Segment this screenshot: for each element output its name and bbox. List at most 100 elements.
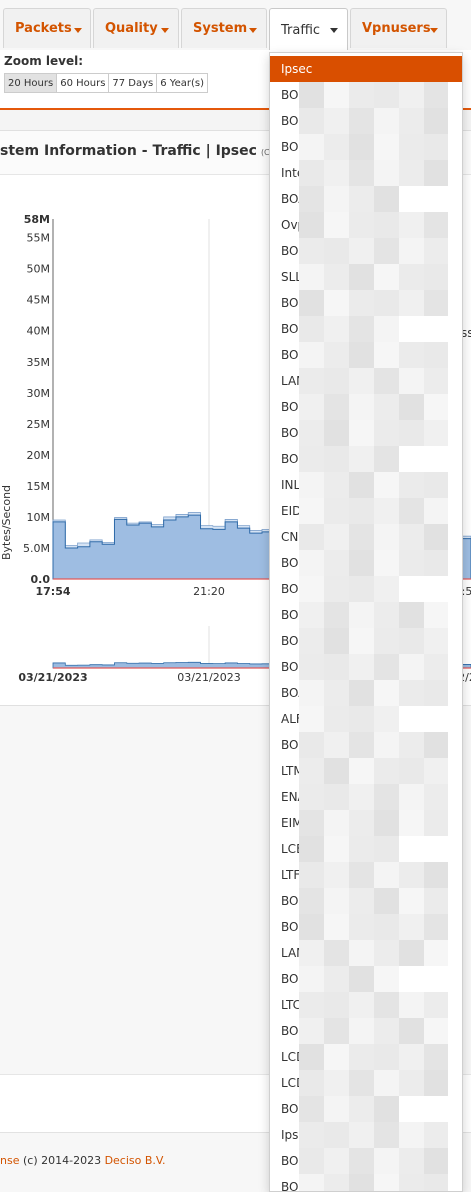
dropdown-item[interactable]: BO: [270, 316, 462, 342]
tab-bar: Packets Quality System Traffic Vpnusers: [0, 0, 471, 52]
dropdown-item-label: Inte: [281, 166, 305, 180]
dropdown-item[interactable]: BO: [270, 966, 462, 992]
tab-packets[interactable]: Packets: [3, 8, 91, 48]
dropdown-item[interactable]: CN: [270, 524, 462, 550]
dropdown-item-label: BO: [281, 1024, 299, 1038]
dropdown-item-label: BOA: [281, 686, 307, 700]
dropdown-item[interactable]: SLL: [270, 264, 462, 290]
y-tick-label: 50M: [27, 263, 51, 276]
dropdown-item-label: BO: [281, 660, 299, 674]
dropdown-item[interactable]: BO: [270, 342, 462, 368]
dropdown-item-label: BO: [281, 140, 299, 154]
copyright-text: (c) 2014-2023: [19, 1154, 105, 1167]
dropdown-item-label: BO: [281, 894, 299, 908]
dropdown-item-label: BO: [281, 452, 299, 466]
y-tick-label: 45M: [27, 294, 51, 307]
dropdown-item[interactable]: BO: [270, 654, 462, 680]
dropdown-item[interactable]: LAM: [270, 940, 462, 966]
dropdown-item-label: BO: [281, 296, 299, 310]
company-link[interactable]: Deciso B.V.: [105, 1154, 166, 1167]
dropdown-item[interactable]: BO: [270, 732, 462, 758]
footer: nse (c) 2014-2023 Deciso B.V.: [0, 1154, 166, 1167]
dropdown-item[interactable]: INL: [270, 472, 462, 498]
dropdown-item[interactable]: BO: [270, 1174, 462, 1192]
x-tick-label: 21:20: [193, 585, 225, 598]
y-tick-label: 35M: [27, 356, 51, 369]
dropdown-item[interactable]: BO: [270, 602, 462, 628]
dropdown-item[interactable]: LCD: [270, 1044, 462, 1070]
chevron-down-icon: [249, 28, 257, 33]
y-tick-label: 5.0M: [23, 542, 50, 555]
dropdown-item[interactable]: BO: [270, 446, 462, 472]
dropdown-item[interactable]: BO: [270, 1096, 462, 1122]
dropdown-item[interactable]: LTC: [270, 992, 462, 1018]
dropdown-item[interactable]: BO: [270, 420, 462, 446]
dropdown-item[interactable]: BO: [270, 888, 462, 914]
dropdown-item-label: LTM: [281, 764, 304, 778]
chevron-down-icon: [430, 28, 438, 33]
dropdown-item-label: ALF: [281, 712, 303, 726]
dropdown-item-label: ENA: [281, 790, 306, 804]
dropdown-item[interactable]: BO: [270, 108, 462, 134]
dropdown-item[interactable]: ALF: [270, 706, 462, 732]
dropdown-item[interactable]: BO: [270, 238, 462, 264]
tab-quality[interactable]: Quality: [93, 8, 179, 48]
dropdown-item-label: LTF: [281, 868, 301, 882]
zoom-60-hours-button[interactable]: 60 Hours: [56, 73, 110, 93]
dropdown-item[interactable]: EID: [270, 498, 462, 524]
dropdown-item[interactable]: LAM: [270, 368, 462, 394]
dropdown-item-label: BO: [281, 1180, 299, 1192]
zoom-6-years-button[interactable]: 6 Year(s): [156, 73, 208, 93]
dropdown-item-label: EIM: [281, 816, 303, 830]
dropdown-item-label: BO: [281, 1102, 299, 1116]
tab-vpnusers[interactable]: Vpnusers: [350, 8, 447, 48]
dropdown-item[interactable]: LTM: [270, 758, 462, 784]
tab-label: Quality: [105, 21, 158, 36]
dropdown-item-label: BO: [281, 114, 299, 128]
dropdown-item[interactable]: LTF: [270, 862, 462, 888]
dropdown-item[interactable]: ENA: [270, 784, 462, 810]
dropdown-item-label: Ipsec: [281, 62, 313, 76]
dropdown-item[interactable]: EIM: [270, 810, 462, 836]
dropdown-item-label: LCD: [281, 1076, 306, 1090]
dropdown-item[interactable]: BO: [270, 134, 462, 160]
zoom-20-hours-button[interactable]: 20 Hours: [4, 73, 58, 93]
dropdown-item-label: INL: [281, 478, 301, 492]
dropdown-item[interactable]: BOA: [270, 680, 462, 706]
dropdown-item-label: BO: [281, 634, 299, 648]
dropdown-item-label: BOA: [281, 192, 307, 206]
dropdown-item[interactable]: BO: [270, 550, 462, 576]
y-tick-label: 40M: [27, 325, 51, 338]
dropdown-item[interactable]: Ipse: [270, 1122, 462, 1148]
dropdown-item[interactable]: BOA: [270, 186, 462, 212]
dropdown-item[interactable]: LCD: [270, 1070, 462, 1096]
tab-traffic[interactable]: Traffic: [269, 8, 348, 52]
tab-label: System: [193, 21, 248, 36]
y-tick-label: 58M: [24, 213, 50, 226]
chevron-down-icon: [161, 28, 169, 33]
dropdown-item[interactable]: Ovp: [270, 212, 462, 238]
dropdown-item-selected[interactable]: Ipsec: [270, 56, 462, 82]
dropdown-item[interactable]: BO: [270, 290, 462, 316]
dropdown-item-label: BO: [281, 1154, 299, 1168]
dropdown-item[interactable]: BO: [270, 1148, 462, 1174]
dropdown-item[interactable]: BO: [270, 1018, 462, 1044]
dropdown-item[interactable]: BO: [270, 82, 462, 108]
dropdown-item[interactable]: BO: [270, 394, 462, 420]
dropdown-item-label: BO: [281, 348, 299, 362]
dropdown-item-label: LCB: [281, 842, 305, 856]
navigator-tick-label: 03/21/2023: [177, 671, 240, 684]
dropdown-item-label: BO: [281, 88, 299, 102]
dropdown-item-label: Ovp: [281, 218, 306, 232]
license-link[interactable]: nse: [0, 1154, 19, 1167]
dropdown-item[interactable]: Inte: [270, 160, 462, 186]
dropdown-item[interactable]: BO: [270, 628, 462, 654]
zoom-77-days-button[interactable]: 77 Days: [108, 73, 158, 93]
dropdown-item-label: BO: [281, 582, 299, 596]
dropdown-item-label: EID: [281, 504, 302, 518]
dropdown-item[interactable]: LCB: [270, 836, 462, 862]
chevron-down-icon: [74, 28, 82, 33]
dropdown-item[interactable]: BO: [270, 914, 462, 940]
tab-system[interactable]: System: [181, 8, 267, 48]
dropdown-item[interactable]: BO: [270, 576, 462, 602]
